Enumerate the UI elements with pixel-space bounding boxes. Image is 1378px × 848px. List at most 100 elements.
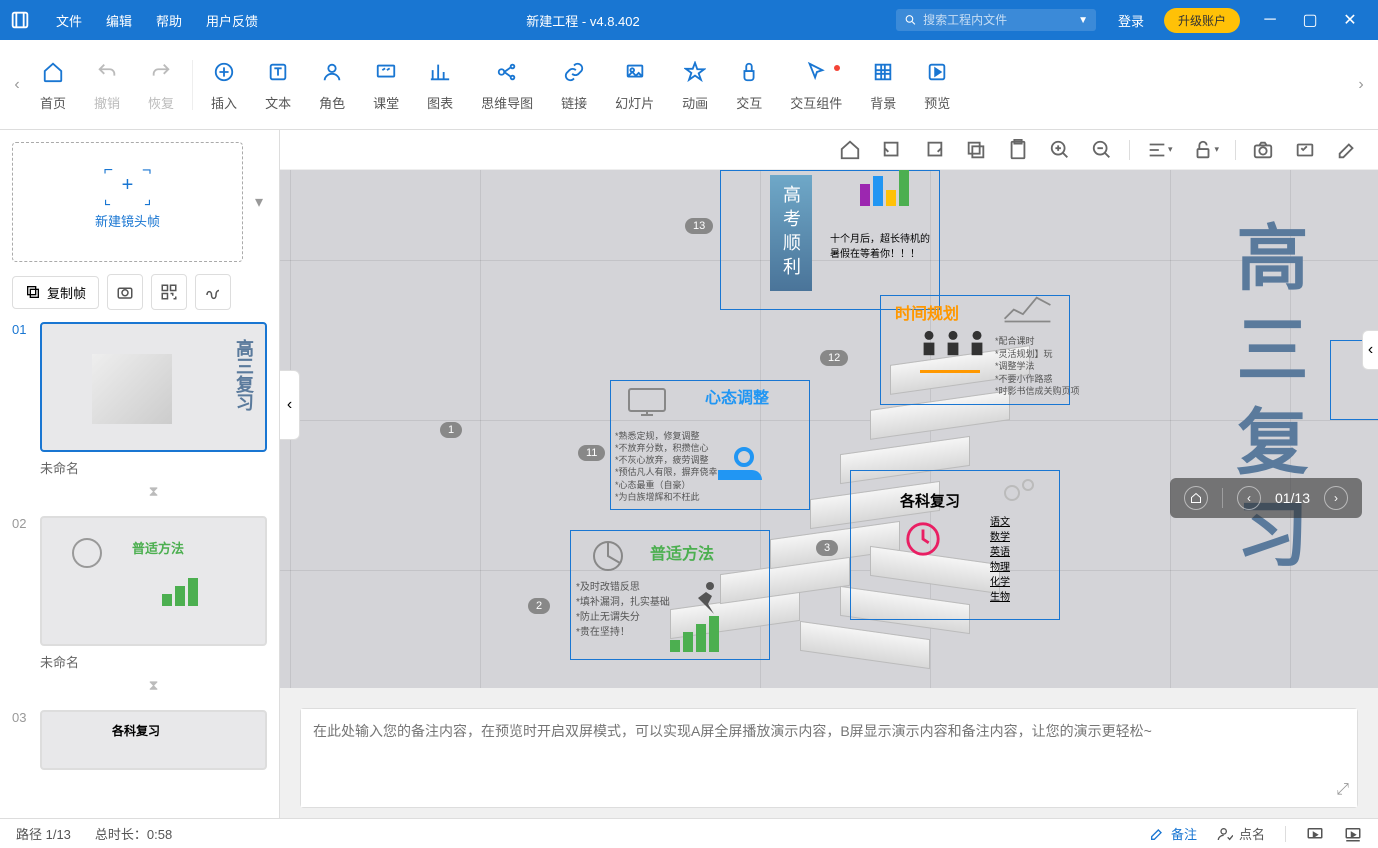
status-fullscreen-button[interactable] [1344, 825, 1362, 843]
thumbnail-item[interactable]: 03 各科复习 [12, 710, 267, 770]
clock-icon [904, 520, 942, 558]
search-box[interactable]: ▼ [896, 9, 1096, 31]
menu-help[interactable]: 帮助 [144, 11, 194, 30]
camera-button[interactable] [1248, 135, 1278, 165]
ribbon-slide[interactable]: 幻灯片 [601, 57, 668, 112]
toolbar-separator [1235, 140, 1236, 160]
camera-frame-button[interactable] [107, 274, 143, 310]
text-s1-note: 十个月后，超长待机的暑假在等着你！！！ [830, 230, 930, 260]
person-icon [321, 61, 343, 83]
ribbon-insert[interactable]: 插入 [197, 57, 251, 112]
ribbon-next[interactable]: › [1352, 50, 1370, 120]
edit-button[interactable] [1332, 135, 1362, 165]
ribbon-role[interactable]: 角色 [305, 57, 359, 112]
ribbon-divider [192, 60, 193, 110]
maximize-button[interactable]: ▢ [1290, 10, 1330, 30]
ribbon-mindmap[interactable]: 思维导图 [467, 57, 547, 112]
thumbnail-item[interactable]: 01 高三复习 未命名 ⧗ [12, 322, 267, 500]
monitor-icon [625, 385, 669, 421]
slide-icon [624, 61, 646, 83]
path-badge: 12 [820, 350, 848, 366]
path-button[interactable] [195, 274, 231, 310]
ribbon-preview[interactable]: 预览 [910, 57, 964, 112]
ribbon-chart[interactable]: 图表 [413, 57, 467, 112]
redo-view-button[interactable] [919, 135, 949, 165]
person-icon [920, 330, 938, 366]
titlebar: 文件 编辑 帮助 用户反馈 新建工程 - v4.8.402 ▼ 登录 升级账户 … [0, 0, 1378, 40]
ribbon-components[interactable]: 交互组件 [776, 57, 856, 112]
thumbnail-list[interactable]: 01 高三复习 未命名 ⧗ 02 普适方法 未命名 ⧗ [12, 322, 267, 806]
ribbon-undo[interactable]: 撤销 [80, 57, 134, 112]
qr-button[interactable] [151, 274, 187, 310]
minimize-button[interactable]: ─ [1250, 11, 1290, 29]
status-display-button[interactable] [1306, 825, 1324, 843]
collapse-panel-button[interactable]: ‹ [280, 370, 300, 440]
path-badge: 13 [685, 218, 713, 234]
grid-icon [872, 61, 894, 83]
zoom-in-button[interactable] [1045, 135, 1075, 165]
undo-view-button[interactable] [877, 135, 907, 165]
nav-home-button[interactable] [1184, 486, 1208, 510]
status-path: 路径 1/13 [16, 824, 71, 843]
notes-textarea[interactable] [301, 709, 1357, 807]
status-duration: 总时长：0:58 [95, 824, 172, 843]
screenshot-button[interactable] [1290, 135, 1320, 165]
thumb-number: 03 [12, 710, 32, 725]
copy-frame-button[interactable]: 复制帧 [12, 276, 99, 309]
zoom-out-button[interactable] [1087, 135, 1117, 165]
menu-edit[interactable]: 编辑 [94, 11, 144, 30]
search-input[interactable] [923, 13, 1078, 27]
canvas[interactable]: 高三复习 高考顺利 十个月后，超长待机的暑假在等着你！！！ 时间规划 *配合课时… [280, 170, 1378, 688]
thumb-preview[interactable]: 普适方法 [40, 516, 267, 646]
ribbon-background[interactable]: 背景 [856, 57, 910, 112]
subject-list: 语文数学英语物理化学生物 [990, 515, 1010, 605]
status-notes-button[interactable]: 备注 [1149, 824, 1197, 843]
thumbnail-item[interactable]: 02 普适方法 未命名 ⧗ [12, 516, 267, 694]
paste-button[interactable] [1003, 135, 1033, 165]
section-title-mindset: 心态调整 [705, 384, 769, 408]
lock-button[interactable]: ▾ [1188, 135, 1223, 165]
play-icon [926, 61, 948, 83]
person-check-icon [1217, 826, 1233, 842]
ribbon-home[interactable]: 首页 [26, 57, 80, 112]
ribbon-class[interactable]: 课堂 [359, 57, 413, 112]
statusbar: 路径 1/13 总时长：0:58 备注 点名 [0, 818, 1378, 848]
trend-chart-icon [1000, 285, 1055, 325]
link-icon [563, 61, 585, 83]
ribbon-toolbar: ‹ 首页 撤销 恢复 插入 文本 角色 课堂 图表 思维导图 链接 幻灯片 动画… [0, 40, 1378, 130]
section-title-subjects: 各科复习 [900, 490, 960, 511]
search-icon [904, 13, 917, 27]
nav-prev-button[interactable]: ‹ [1237, 486, 1261, 510]
search-dropdown-icon[interactable]: ▼ [1078, 15, 1088, 26]
right-drawer-handle[interactable]: ‹ [1362, 330, 1378, 370]
new-frame-button[interactable]: ⌐ ¬ + ⌞ ⌟ 新建镜头帧 [12, 142, 243, 262]
plus-icon: + [122, 174, 134, 196]
ribbon-interact[interactable]: 交互 [722, 57, 776, 112]
align-button[interactable]: ▾ [1142, 135, 1177, 165]
copy-button[interactable] [961, 135, 991, 165]
close-button[interactable]: ✕ [1330, 10, 1370, 30]
status-roll-button[interactable]: 点名 [1217, 824, 1265, 843]
ribbon-prev[interactable]: ‹ [8, 50, 26, 120]
mindmap-icon [496, 61, 518, 83]
menu-feedback[interactable]: 用户反馈 [194, 11, 270, 30]
thumb-name: 未命名 [40, 652, 267, 671]
chart-bars-icon [860, 170, 909, 206]
app-logo [8, 8, 32, 32]
notes-expand-button[interactable]: ⤢ [1336, 781, 1349, 799]
home-view-button[interactable] [835, 135, 865, 165]
ribbon-animation[interactable]: 动画 [668, 57, 722, 112]
path-badge: 3 [816, 540, 838, 556]
thumb-preview[interactable]: 各科复习 [40, 710, 267, 770]
ribbon-link[interactable]: 链接 [547, 57, 601, 112]
nav-next-button[interactable]: › [1324, 486, 1348, 510]
ribbon-redo[interactable]: 恢复 [134, 57, 188, 112]
logo-icon [9, 9, 31, 31]
thumb-preview[interactable]: 高三复习 [40, 322, 267, 452]
login-link[interactable]: 登录 [1108, 11, 1154, 30]
new-frame-dropdown[interactable]: ▾ [251, 188, 267, 216]
window-title: 新建工程 - v4.8.402 [270, 11, 896, 30]
menu-file[interactable]: 文件 [44, 11, 94, 30]
upgrade-button[interactable]: 升级账户 [1164, 8, 1240, 33]
ribbon-text[interactable]: 文本 [251, 57, 305, 112]
